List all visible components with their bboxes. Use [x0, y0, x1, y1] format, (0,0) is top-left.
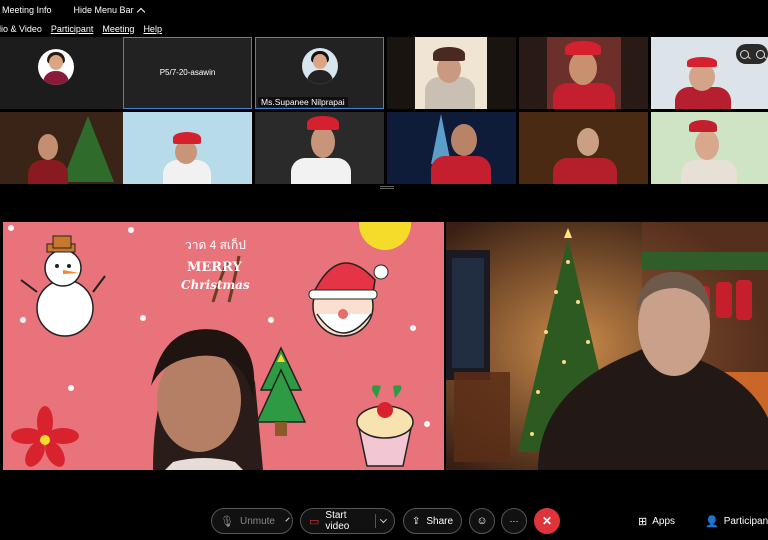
- participant-tile[interactable]: [0, 37, 129, 109]
- participant-tile[interactable]: [0, 112, 129, 184]
- apps-button[interactable]: ⊞ Apps: [638, 508, 675, 534]
- menu-meeting[interactable]: Meeting: [102, 24, 134, 34]
- participant-grid: P5/7-20-asawin Ms.Supanee Nilprapai: [0, 37, 768, 185]
- microphone-muted-icon: 🎙: [220, 515, 234, 528]
- share-label: Share: [426, 515, 454, 527]
- video-off-icon: ▭: [309, 515, 320, 528]
- participant-tile[interactable]: [123, 112, 252, 184]
- hide-menu-bar-label: Hide Menu Bar: [73, 5, 134, 15]
- smiley-icon: ☺: [476, 515, 488, 527]
- participant-video: [547, 37, 621, 109]
- participant-tile[interactable]: [387, 37, 516, 109]
- close-icon: ✕: [541, 514, 553, 528]
- unmute-button[interactable]: 🎙 Unmute: [211, 508, 293, 534]
- hide-menu-bar-button[interactable]: Hide Menu Bar: [73, 5, 145, 16]
- participant-video: [667, 37, 747, 109]
- window-top-bar: Meeting Info Hide Menu Bar: [0, 0, 768, 20]
- zoom-in-icon[interactable]: [755, 49, 765, 59]
- participant-tile[interactable]: [519, 112, 648, 184]
- menu-audio-video[interactable]: dio & Video: [0, 24, 42, 34]
- start-video-button[interactable]: ▭ Start video: [300, 508, 395, 534]
- leave-meeting-button[interactable]: ✕: [534, 508, 560, 534]
- chevron-down-icon[interactable]: [285, 517, 290, 522]
- meeting-controls: 🎙 Unmute ▭ Start video ⇪ Share ☺ ··· ✕ ⊞…: [0, 502, 768, 540]
- separator: [374, 514, 376, 528]
- more-options-button[interactable]: ···: [501, 508, 527, 534]
- participant-video: [519, 112, 648, 184]
- participant-video: [415, 37, 487, 109]
- reactions-button[interactable]: ☺: [469, 508, 495, 534]
- chevron-up-icon: [136, 7, 145, 16]
- participant-tile[interactable]: [387, 112, 516, 184]
- participants-button[interactable]: 👤 Participan: [705, 508, 768, 534]
- background-christmas-text: Christmas: [181, 278, 250, 292]
- menu-help[interactable]: Help: [143, 24, 162, 34]
- person-icon: 👤: [705, 515, 719, 528]
- share-icon: ⇪: [412, 515, 421, 527]
- participant-video: [651, 112, 768, 184]
- participants-label: Participan: [723, 515, 768, 527]
- meeting-info-button[interactable]: Meeting Info: [2, 5, 52, 15]
- participant-name: P5/7-20-asawin: [159, 68, 216, 77]
- menu-participant[interactable]: Participant: [51, 24, 94, 34]
- stage-video-left[interactable]: วาด 4 สเก็ป MERRY Christmas: [3, 222, 444, 470]
- background-merry-text: MERRY: [187, 260, 242, 275]
- zoom-controls[interactable]: [736, 44, 768, 64]
- participant-video: [0, 112, 129, 184]
- start-video-label: Start video: [325, 510, 350, 532]
- zoom-out-icon[interactable]: [739, 49, 749, 59]
- stage-video-right[interactable]: [446, 222, 768, 470]
- participant-video: [387, 112, 516, 184]
- resize-handle[interactable]: [380, 186, 394, 189]
- participant-name: Ms.Supanee Nilprapai: [258, 97, 348, 107]
- participant-video: [123, 112, 252, 184]
- participant-tile[interactable]: Ms.Supanee Nilprapai: [255, 37, 384, 109]
- apps-label: Apps: [652, 515, 676, 527]
- share-button[interactable]: ⇪ Share: [403, 508, 462, 534]
- participant-tile[interactable]: [651, 112, 768, 184]
- unmute-label: Unmute: [239, 515, 275, 527]
- christmas-room-background: [446, 222, 768, 470]
- avatar: [302, 48, 338, 84]
- participant-video: [255, 112, 384, 184]
- more-icon: ···: [509, 516, 519, 526]
- background-thai-text: วาด 4 สเก็ป: [185, 238, 246, 252]
- avatar: [38, 49, 74, 85]
- participant-tile[interactable]: [519, 37, 648, 109]
- participant-tile[interactable]: P5/7-20-asawin: [123, 37, 252, 109]
- participant-tile[interactable]: [255, 112, 384, 184]
- apps-icon: ⊞: [638, 515, 648, 528]
- menu-bar: dio & Video Participant Meeting Help: [0, 21, 171, 36]
- chevron-down-icon[interactable]: [380, 516, 388, 523]
